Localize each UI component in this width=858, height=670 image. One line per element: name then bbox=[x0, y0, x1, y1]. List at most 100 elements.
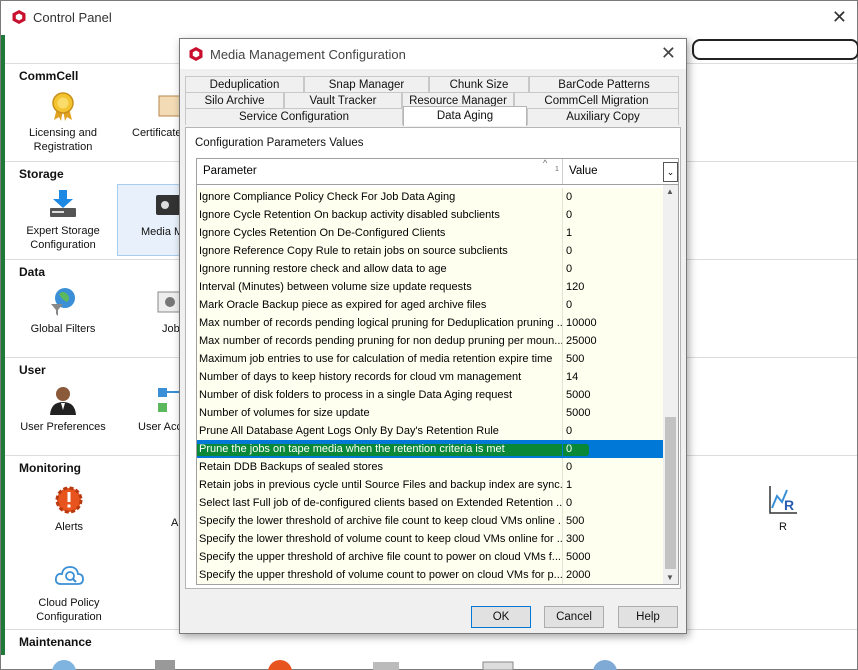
grid-vertical-scrollbar[interactable]: ▲ ▼ bbox=[663, 185, 678, 584]
sort-ascending-icon: ^ bbox=[543, 158, 548, 168]
control-panel-close-button[interactable]: ✕ bbox=[832, 7, 847, 28]
job-management-icon bbox=[157, 291, 180, 313]
cell-value[interactable]: 0 bbox=[565, 458, 661, 476]
scroll-up-arrow-icon[interactable]: ▲ bbox=[666, 187, 674, 196]
tab-snap-manager[interactable]: Snap Manager bbox=[304, 76, 429, 93]
column-chooser-chevron-icon[interactable]: ⌄ bbox=[663, 162, 678, 182]
tab-auxiliary-copy[interactable]: Auxiliary Copy bbox=[527, 108, 679, 125]
control-panel-titlebar: Control Panel ✕ bbox=[1, 1, 857, 35]
table-row[interactable]: Number of volumes for size update 5000 bbox=[197, 404, 663, 422]
table-row[interactable]: Specify the lower threshold of volume co… bbox=[197, 530, 663, 548]
scroll-down-arrow-icon[interactable]: ▼ bbox=[666, 573, 674, 582]
cell-value[interactable]: 2000 bbox=[565, 566, 661, 584]
scrollbar-thumb[interactable] bbox=[665, 417, 676, 569]
table-row[interactable]: Select last Full job of de-configured cl… bbox=[197, 494, 663, 512]
tab-silo-archive[interactable]: Silo Archive bbox=[185, 92, 284, 109]
tab-vault-tracker[interactable]: Vault Tracker bbox=[284, 92, 402, 109]
cell-value[interactable]: 1 bbox=[565, 476, 661, 494]
cell-value[interactable]: 5000 bbox=[565, 548, 661, 566]
maintenance-icon-partial bbox=[373, 662, 399, 670]
cell-value[interactable]: 0 bbox=[565, 188, 661, 206]
cell-value[interactable]: 0 bbox=[565, 296, 661, 314]
cell-parameter: Ignore Compliance Policy Check For Job D… bbox=[199, 188, 563, 206]
table-row[interactable]: Maximum job entries to use for calculati… bbox=[197, 350, 663, 368]
cell-parameter: Select last Full job of de-configured cl… bbox=[199, 494, 563, 512]
table-row[interactable]: Ignore Compliance Policy Check For Job D… bbox=[197, 188, 663, 206]
cell-value[interactable]: 0 bbox=[565, 440, 661, 458]
maintenance-icon-partial bbox=[593, 660, 617, 670]
users-network-icon bbox=[158, 388, 180, 412]
tab-deduplication[interactable]: Deduplication bbox=[185, 76, 304, 93]
table-row[interactable]: Ignore running restore check and allow d… bbox=[197, 260, 663, 278]
r-chart-icon: R bbox=[769, 486, 797, 514]
cell-text: 5000 bbox=[566, 407, 591, 419]
item-user-preferences[interactable]: User Preferences bbox=[15, 384, 111, 434]
table-row[interactable]: Ignore Reference Copy Rule to retain job… bbox=[197, 242, 663, 260]
control-panel-title: Control Panel bbox=[33, 10, 112, 25]
item-user-account-management[interactable]: User Account Management bbox=[132, 384, 180, 434]
table-row[interactable]: Specify the upper threshold of archive f… bbox=[197, 548, 663, 566]
tab-barcode-patterns[interactable]: BarCode Patterns bbox=[529, 76, 679, 93]
table-row-selected[interactable]: Prune the jobs on tape media when the re… bbox=[197, 440, 663, 458]
cell-text: 0 bbox=[566, 461, 573, 473]
ok-button[interactable]: OK bbox=[471, 606, 531, 628]
cell-value[interactable]: 0 bbox=[565, 494, 661, 512]
tab-service-configuration[interactable]: Service Configuration bbox=[185, 108, 403, 125]
item-alerts[interactable]: Alerts bbox=[21, 484, 117, 534]
table-row[interactable]: Number of days to keep history records f… bbox=[197, 368, 663, 386]
cell-text: Ignore running restore check and allow d… bbox=[199, 263, 447, 275]
cell-text: Ignore Cycles Retention On De-Configured… bbox=[199, 227, 446, 239]
table-row[interactable]: Interval (Minutes) between volume size u… bbox=[197, 278, 663, 296]
cell-text: Max number of records pending pruning fo… bbox=[199, 335, 563, 347]
item-label: Cloud Policy Configuration bbox=[36, 597, 102, 623]
table-row[interactable]: Max number of records pending logical pr… bbox=[197, 314, 663, 332]
cell-value[interactable]: 500 bbox=[565, 512, 661, 530]
tab-chunk-size[interactable]: Chunk Size bbox=[429, 76, 529, 93]
table-row[interactable]: Specify the upper threshold of volume co… bbox=[197, 566, 663, 584]
table-row[interactable]: Prune All Database Agent Logs Only By Da… bbox=[197, 422, 663, 440]
cell-text: Specify the upper threshold of volume co… bbox=[199, 569, 563, 581]
cell-value[interactable]: 25000 bbox=[565, 332, 661, 350]
maintenance-icon-partial bbox=[482, 661, 514, 670]
cell-value[interactable]: 5000 bbox=[565, 386, 661, 404]
cell-value[interactable]: 0 bbox=[565, 206, 661, 224]
cell-value[interactable]: 10000 bbox=[565, 314, 661, 332]
cell-text: Number of disk folders to process in a s… bbox=[199, 389, 513, 401]
help-button[interactable]: Help bbox=[618, 606, 678, 628]
cell-text: Ignore Cycle Retention On backup activit… bbox=[199, 209, 500, 221]
table-row[interactable]: Retain DDB Backups of sealed stores 0 bbox=[197, 458, 663, 476]
cell-value[interactable]: 120 bbox=[565, 278, 661, 296]
cell-value[interactable]: 0 bbox=[565, 422, 661, 440]
table-row[interactable]: Ignore Cycles Retention On De-Configured… bbox=[197, 224, 663, 242]
table-row[interactable]: Number of disk folders to process in a s… bbox=[197, 386, 663, 404]
column-header-parameter[interactable]: Parameter bbox=[197, 159, 563, 184]
column-header-value[interactable]: Value bbox=[563, 159, 663, 184]
cell-value[interactable]: 0 bbox=[565, 260, 661, 278]
cell-value[interactable]: 1 bbox=[565, 224, 661, 242]
tab-data-aging[interactable]: Data Aging bbox=[403, 106, 527, 126]
item-licensing-registration[interactable]: Licensing and Registration bbox=[15, 90, 111, 154]
control-panel-search-input[interactable] bbox=[692, 39, 858, 60]
item-r-reports[interactable]: R R bbox=[735, 484, 831, 534]
cell-value[interactable]: 300 bbox=[565, 530, 661, 548]
item-media-management[interactable]: Media Management bbox=[117, 184, 180, 256]
table-row[interactable]: Retain jobs in previous cycle until Sour… bbox=[197, 476, 663, 494]
media-management-configuration-dialog: Media Management Configuration ✕ Dedupli… bbox=[179, 38, 687, 634]
item-certificate-administration[interactable]: Certificate Administration bbox=[132, 90, 180, 140]
cancel-button[interactable]: Cancel bbox=[544, 606, 604, 628]
item-global-filters[interactable]: Global Filters bbox=[15, 286, 111, 336]
cell-value[interactable]: 0 bbox=[565, 242, 661, 260]
table-row[interactable]: Mark Oracle Backup piece as expired for … bbox=[197, 296, 663, 314]
cell-value[interactable]: 14 bbox=[565, 368, 661, 386]
cell-parameter: Specify the lower threshold of volume co… bbox=[199, 530, 563, 548]
table-row[interactable]: Max number of records pending pruning fo… bbox=[197, 332, 663, 350]
item-cloud-policy-configuration[interactable]: Cloud Policy Configuration bbox=[21, 560, 117, 624]
item-job-management[interactable]: Job Management bbox=[132, 286, 180, 336]
dialog-close-button[interactable]: ✕ bbox=[661, 43, 676, 64]
item-expert-storage-configuration[interactable]: Expert Storage Configuration bbox=[15, 188, 111, 252]
cell-value[interactable]: 5000 bbox=[565, 404, 661, 422]
table-row[interactable]: Specify the lower threshold of archive f… bbox=[197, 512, 663, 530]
cell-value[interactable]: 500 bbox=[565, 350, 661, 368]
table-row[interactable]: Ignore Cycle Retention On backup activit… bbox=[197, 206, 663, 224]
tab-commcell-migration[interactable]: CommCell Migration bbox=[514, 92, 679, 109]
